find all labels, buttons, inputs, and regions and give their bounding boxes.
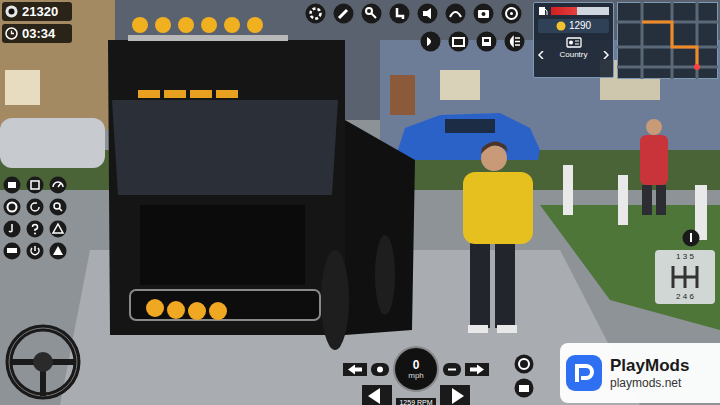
- coin-value: 1290: [569, 21, 591, 31]
- right-indicator-icon[interactable]: [465, 363, 489, 376]
- headlight-icon[interactable]: [504, 31, 525, 52]
- gear-bottom-labels: 2 4 6: [676, 293, 694, 301]
- radio-icon: [566, 36, 582, 48]
- wheel-icon[interactable]: [501, 3, 522, 24]
- left-controls: [3, 176, 67, 260]
- settings-icon[interactable]: [305, 3, 326, 24]
- radio-station: Country: [559, 51, 587, 59]
- coin-icon: [556, 21, 566, 31]
- power-icon[interactable]: [26, 242, 44, 260]
- dashboard: 0 mph 1259 RPM: [330, 346, 502, 405]
- hazard-icon[interactable]: [49, 242, 67, 260]
- speedometer: 0 mph: [393, 346, 439, 392]
- radio-row: [538, 36, 609, 48]
- wiper-icon[interactable]: [445, 3, 466, 24]
- stats-panel: 21320 03:34: [2, 2, 72, 43]
- gear-top-labels: 1 3 5: [676, 253, 694, 261]
- minimap: [617, 2, 718, 79]
- wrench-icon[interactable]: [333, 3, 354, 24]
- info-panel: 1290 Country: [533, 2, 614, 78]
- gauge-icon[interactable]: [49, 176, 67, 194]
- clock-icon: [5, 27, 18, 40]
- tire-icon[interactable]: [3, 198, 21, 216]
- left-indicator-icon[interactable]: [343, 363, 367, 376]
- headlight-toggle-icon[interactable]: [371, 363, 389, 376]
- right-arrow-icon[interactable]: [440, 385, 470, 405]
- money-value: 21320: [22, 5, 58, 18]
- prev-station-icon[interactable]: [538, 51, 544, 59]
- camera-icon[interactable]: [473, 3, 494, 24]
- watermark-url: playmods.net: [610, 376, 689, 391]
- watermark-text: PlayMods playmods.net: [610, 355, 689, 391]
- gear-pattern-icon: [667, 264, 703, 290]
- fuel-icon: [538, 6, 548, 16]
- battery-icon[interactable]: [448, 31, 469, 52]
- handbrake-icon[interactable]: [682, 229, 700, 247]
- left-arrow-icon[interactable]: [362, 385, 392, 405]
- trailer-icon[interactable]: [3, 242, 21, 260]
- game-screen: 21320 03:34 1290: [0, 0, 720, 405]
- fuel-fill: [551, 7, 577, 15]
- fuel-bar: [551, 7, 609, 15]
- steering-wheel-icon[interactable]: [5, 324, 81, 400]
- camera-switch-icon[interactable]: [514, 378, 534, 398]
- top-toolbar: [305, 3, 522, 24]
- help-icon[interactable]: [26, 220, 44, 238]
- watermark-brand: PlayMods: [610, 355, 689, 376]
- save-icon[interactable]: [26, 176, 44, 194]
- rpm-value: 1259 RPM: [396, 398, 435, 405]
- key-icon[interactable]: [361, 3, 382, 24]
- next-station-icon[interactable]: [603, 51, 609, 59]
- seat-icon[interactable]: [389, 3, 410, 24]
- coin-row: 1290: [538, 19, 609, 33]
- fog-light-icon[interactable]: [443, 363, 461, 376]
- warning-icon[interactable]: [49, 220, 67, 238]
- playmods-logo-icon: [566, 355, 602, 391]
- speed-value: 0: [413, 359, 420, 371]
- zoom-icon[interactable]: [49, 198, 67, 216]
- timer: 03:34: [2, 24, 72, 43]
- money-counter: 21320: [2, 2, 72, 21]
- hook-icon[interactable]: [3, 220, 21, 238]
- light-icon[interactable]: [420, 31, 441, 52]
- time-value: 03:34: [22, 27, 55, 40]
- door-icon[interactable]: [476, 31, 497, 52]
- coin-icon: [5, 5, 18, 18]
- engine-icon[interactable]: [3, 176, 21, 194]
- reset-icon[interactable]: [26, 198, 44, 216]
- brake-icon[interactable]: [514, 354, 534, 374]
- fuel-row: [538, 6, 609, 16]
- horn-icon[interactable]: [417, 3, 438, 24]
- speed-unit: mph: [408, 372, 424, 380]
- gear-shifter[interactable]: 1 3 5 2 4 6: [655, 250, 715, 304]
- watermark: PlayMods playmods.net: [560, 343, 720, 403]
- station-row: Country: [538, 51, 609, 59]
- top-toolbar-row-2: [420, 31, 525, 52]
